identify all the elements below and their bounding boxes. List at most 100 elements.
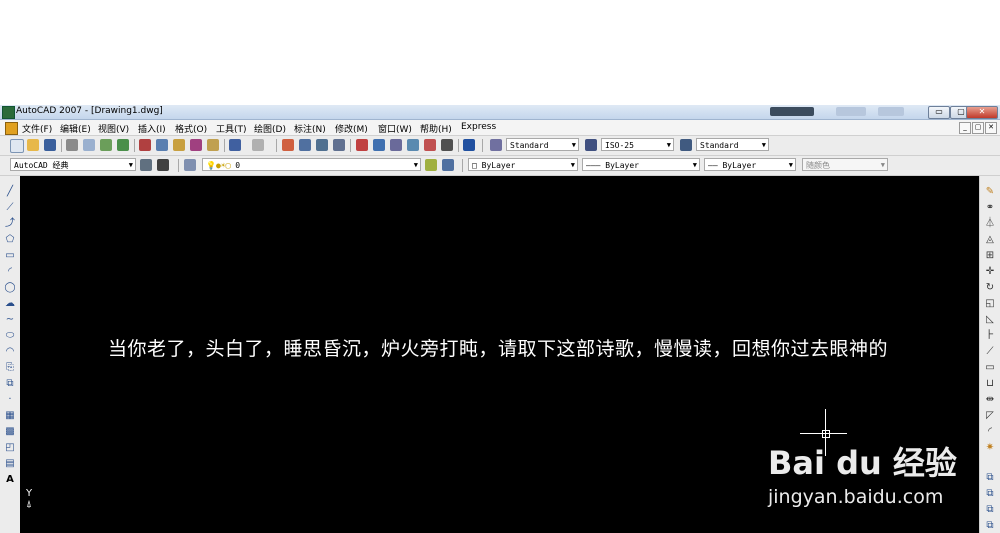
line-icon[interactable]: ╱ (4, 186, 16, 198)
spline-icon[interactable]: ∼ (4, 314, 16, 326)
copy-icon[interactable] (156, 139, 168, 151)
scale-icon[interactable]: ◱ (984, 298, 996, 310)
layer-manager-icon[interactable] (184, 159, 196, 171)
mirror-icon[interactable]: ⏃ (984, 218, 996, 230)
open-icon[interactable] (27, 139, 39, 151)
construction-line-icon[interactable]: ⟋ (4, 202, 16, 214)
bring-to-front-icon[interactable]: ⧉ (984, 488, 996, 500)
help-icon[interactable] (463, 139, 475, 151)
layer-select[interactable]: 💡●☀▢ 0 ▼ (202, 158, 421, 171)
hatch-icon[interactable]: ▦ (4, 410, 16, 422)
menu-file[interactable]: 文件(F) (22, 122, 52, 135)
table-style-select[interactable]: Standard ▼ (696, 138, 769, 151)
save-icon[interactable] (44, 139, 56, 151)
calculator-icon[interactable] (441, 139, 453, 151)
region-icon[interactable]: ◰ (4, 442, 16, 454)
extend-icon[interactable]: ⟋ (984, 346, 996, 358)
design-center-icon[interactable] (373, 139, 385, 151)
bring-above-icon[interactable]: ⧉ (984, 520, 996, 532)
insert-block-icon[interactable]: ⎘ (4, 362, 16, 374)
circle-icon[interactable]: ◯ (4, 282, 16, 294)
title-bar[interactable]: AutoCAD 2007 - [Drawing1.dwg] ▭ ▢ ✕ (0, 105, 1000, 120)
menu-modify[interactable]: 修改(M) (335, 122, 368, 135)
linetype-select[interactable]: ——— ByLayer ▼ (582, 158, 700, 171)
menu-dimension[interactable]: 标注(N) (294, 122, 326, 135)
erase-icon[interactable]: ✎ (984, 186, 996, 198)
close-button[interactable]: ✕ (966, 106, 998, 119)
tool-palettes-icon[interactable] (390, 139, 402, 151)
sheet-set-icon[interactable] (407, 139, 419, 151)
menu-insert[interactable]: 插入(I) (138, 122, 166, 135)
array-icon[interactable]: ⊞ (984, 250, 996, 262)
ellipse-icon[interactable]: ⬭ (4, 330, 16, 342)
preview-icon[interactable] (83, 139, 95, 151)
paste-icon[interactable] (173, 139, 185, 151)
plot-icon[interactable] (117, 139, 129, 151)
point-icon[interactable]: · (4, 394, 16, 406)
dim-style-select[interactable]: ISO-25 ▼ (601, 138, 674, 151)
stretch-icon[interactable]: ◺ (984, 314, 996, 326)
lineweight-select[interactable]: —— ByLayer ▼ (704, 158, 796, 171)
send-to-back-icon[interactable]: ⧉ (984, 504, 996, 516)
zoom-previous-icon[interactable] (333, 139, 345, 151)
doc-minimize-button[interactable]: _ (959, 122, 971, 134)
pan-icon[interactable] (282, 139, 294, 151)
make-current-layer-icon[interactable] (425, 159, 437, 171)
match-properties-icon[interactable] (190, 139, 202, 151)
rectangle-icon[interactable]: ▭ (4, 250, 16, 262)
make-block-icon[interactable]: ⧉ (4, 378, 16, 390)
offset-icon[interactable]: ◬ (984, 234, 996, 246)
menu-tools[interactable]: 工具(T) (216, 122, 247, 135)
print-icon[interactable] (66, 139, 78, 151)
zoom-window-icon[interactable] (316, 139, 328, 151)
break-at-point-icon[interactable]: ▭ (984, 362, 996, 374)
cut-icon[interactable] (139, 139, 151, 151)
redo-icon[interactable] (252, 139, 264, 151)
layer-previous-icon[interactable] (442, 159, 454, 171)
fillet-icon[interactable]: ◜ (984, 426, 996, 438)
polygon-icon[interactable]: ⬠ (4, 234, 16, 246)
text-style-select[interactable]: Standard ▼ (506, 138, 579, 151)
draw-order-icon[interactable]: ⧉ (984, 472, 996, 484)
zoom-realtime-icon[interactable] (299, 139, 311, 151)
new-icon[interactable] (10, 139, 24, 153)
drawing-canvas[interactable]: 当你老了，头白了，睡思昏沉，炉火旁打盹，请取下这部诗歌，慢慢读，回想你过去眼神的… (20, 176, 979, 533)
chamfer-icon[interactable]: ◸ (984, 410, 996, 422)
minimize-button[interactable]: ▭ (928, 106, 950, 119)
drawing-text-object[interactable]: 当你老了，头白了，睡思昏沉，炉火旁打盹，请取下这部诗歌，慢慢读，回想你过去眼神的 (108, 334, 888, 361)
menu-draw[interactable]: 绘图(D) (254, 122, 286, 135)
menu-express[interactable]: Express (461, 122, 496, 132)
publish-icon[interactable] (100, 139, 112, 151)
break-icon[interactable]: ⊔ (984, 378, 996, 390)
gradient-icon[interactable]: ▩ (4, 426, 16, 438)
join-icon[interactable]: ⇹ (984, 394, 996, 406)
dim-style-icon[interactable] (585, 139, 597, 151)
workspace-settings-icon[interactable] (140, 159, 152, 171)
copy-object-icon[interactable]: ⚭ (984, 202, 996, 214)
doc-restore-button[interactable]: ▢ (972, 122, 984, 134)
undo-icon[interactable] (229, 139, 241, 151)
move-icon[interactable]: ✛ (984, 266, 996, 278)
revision-cloud-icon[interactable]: ☁ (4, 298, 16, 310)
menu-format[interactable]: 格式(O) (175, 122, 207, 135)
ellipse-arc-icon[interactable]: ◠ (4, 346, 16, 358)
text-style-icon[interactable] (490, 139, 502, 151)
menu-help[interactable]: 帮助(H) (420, 122, 452, 135)
trim-icon[interactable]: ⺊ (984, 330, 996, 342)
arc-icon[interactable]: ◜ (4, 266, 16, 278)
rotate-icon[interactable]: ↻ (984, 282, 996, 294)
menu-view[interactable]: 视图(V) (98, 122, 129, 135)
workspace-save-icon[interactable] (157, 159, 169, 171)
block-editor-icon[interactable] (207, 139, 219, 151)
polyline-icon[interactable]: ⤴ (4, 218, 16, 230)
table-style-icon[interactable] (680, 139, 692, 151)
markup-icon[interactable] (424, 139, 436, 151)
table-icon[interactable]: ▤ (4, 458, 16, 470)
color-select[interactable]: □ ByLayer ▼ (468, 158, 578, 171)
workspace-select[interactable]: AutoCAD 经典 ▼ (10, 158, 136, 171)
multiline-text-icon[interactable]: A (4, 474, 16, 486)
document-icon[interactable] (5, 122, 18, 135)
doc-close-button[interactable]: ✕ (985, 122, 997, 134)
menu-edit[interactable]: 编辑(E) (60, 122, 91, 135)
menu-window[interactable]: 窗口(W) (378, 122, 412, 135)
